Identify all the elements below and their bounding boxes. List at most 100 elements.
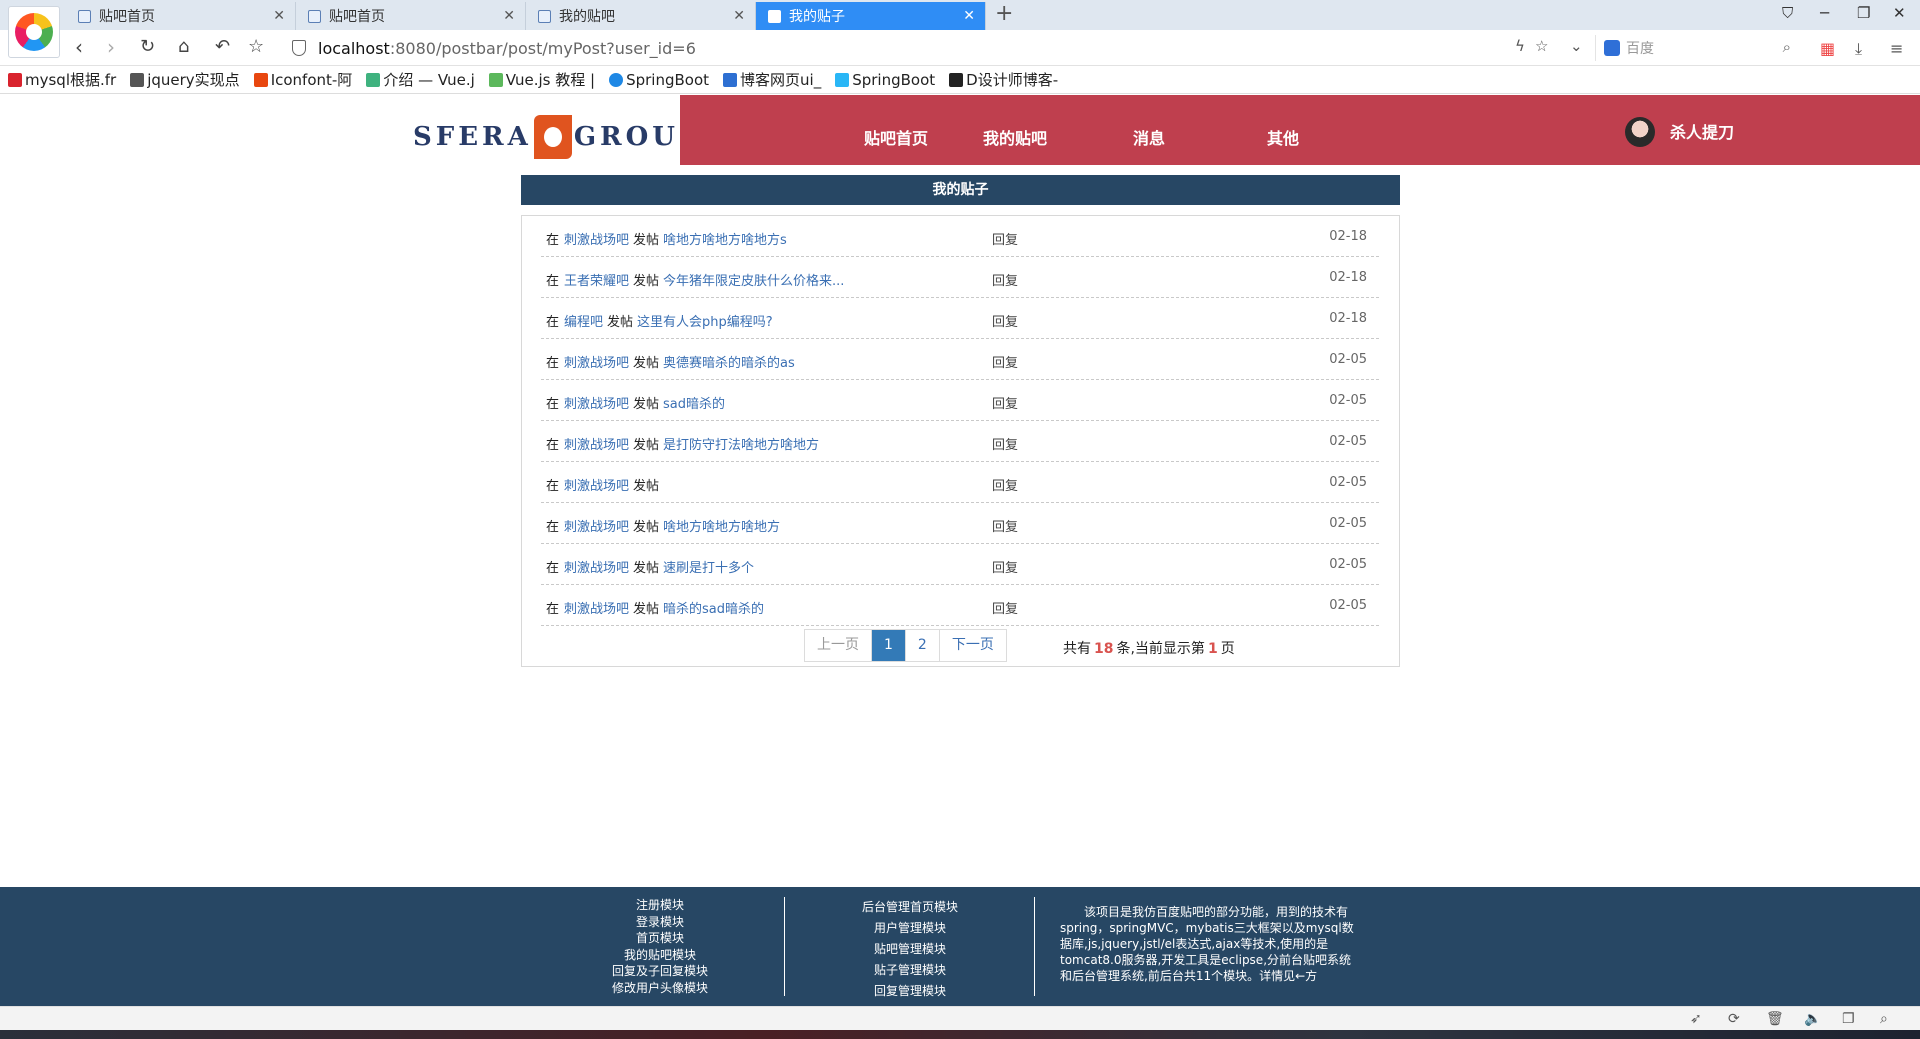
- bar-link[interactable]: 刺激战场吧: [564, 233, 629, 248]
- minimize-icon[interactable]: ─: [1820, 4, 1829, 22]
- browser-logo-icon[interactable]: [8, 6, 60, 58]
- bar-link[interactable]: 王者荣耀吧: [564, 274, 629, 289]
- bar-link[interactable]: 刺激战场吧: [564, 479, 629, 494]
- zoom-icon[interactable]: ⌕: [1880, 1011, 1888, 1027]
- post-title-link[interactable]: 是打防守打法啥地方啥地方: [663, 438, 819, 453]
- bar-link[interactable]: 刺激战场吧: [564, 397, 629, 412]
- reply-link[interactable]: 回复: [992, 475, 1018, 494]
- star-icon[interactable]: ☆: [1535, 37, 1548, 55]
- bookmark-item[interactable]: jquery实现点: [130, 69, 240, 90]
- trash-icon[interactable]: 🗑: [1766, 1011, 1784, 1027]
- post-title-link[interactable]: 速刷是打十多个: [663, 561, 754, 576]
- back-icon[interactable]: ‹: [75, 36, 83, 58]
- bar-link[interactable]: 刺激战场吧: [564, 561, 629, 576]
- reply-link[interactable]: 回复: [992, 434, 1018, 453]
- bookmark-item[interactable]: D设计师博客-: [949, 69, 1058, 90]
- nav-item-home[interactable]: 贴吧首页: [864, 125, 928, 149]
- bookmark-item[interactable]: mysql根据.fr: [8, 69, 116, 90]
- post-date: 02-05: [1329, 393, 1367, 408]
- bar-link[interactable]: 刺激战场吧: [564, 520, 629, 535]
- site-logo[interactable]: SFERA GROUP: [413, 115, 703, 159]
- footer-divider: [784, 897, 785, 996]
- refresh-icon[interactable]: ⟳: [1728, 1011, 1740, 1027]
- bar-link[interactable]: 编程吧: [564, 315, 603, 330]
- reload-icon[interactable]: ↻: [140, 36, 155, 58]
- nav-item-messages[interactable]: 消息: [1133, 125, 1165, 149]
- lightning-icon[interactable]: ϟ: [1515, 37, 1525, 55]
- search-icon[interactable]: ⌕: [1783, 38, 1791, 56]
- restore-icon[interactable]: ❐: [1857, 4, 1870, 22]
- browser-status-bar: ➶ ⟳ 🗑 🔈 ❐ ⌕: [0, 1006, 1920, 1030]
- menu-icon[interactable]: ≡: [1890, 39, 1903, 58]
- bookmark-item[interactable]: SpringBoot: [609, 71, 709, 89]
- bookmark-favicon-icon: [253, 72, 268, 87]
- page-button-2[interactable]: 2: [905, 630, 940, 661]
- new-tab-icon[interactable]: +: [995, 2, 1013, 26]
- reply-link[interactable]: 回复: [992, 393, 1018, 412]
- bookmark-item[interactable]: 介绍 — Vue.j: [366, 69, 475, 90]
- post-date: 02-05: [1329, 475, 1367, 490]
- bookmark-item[interactable]: Vue.js 教程 |: [488, 69, 595, 90]
- avatar[interactable]: [1625, 117, 1655, 147]
- browser-tab-4-active[interactable]: 我的贴子 ✕: [756, 2, 986, 30]
- page-button-1[interactable]: 1: [872, 630, 906, 661]
- forward-icon[interactable]: ›: [107, 36, 115, 58]
- bar-link[interactable]: 刺激战场吧: [564, 438, 629, 453]
- bookmark-label: jquery实现点: [147, 71, 240, 89]
- nav-item-other[interactable]: 其他: [1267, 125, 1299, 149]
- rocket-icon[interactable]: ➶: [1690, 1011, 1702, 1027]
- user-name[interactable]: 杀人提刀: [1670, 119, 1734, 143]
- download-icon[interactable]: ⤓: [1855, 39, 1862, 59]
- chevron-down-icon[interactable]: ⌄: [1570, 37, 1583, 55]
- prev-page-button[interactable]: 上一页: [805, 630, 872, 661]
- close-icon[interactable]: ✕: [733, 8, 745, 24]
- reply-link[interactable]: 回复: [992, 516, 1018, 535]
- footer-backend-modules: 后台管理首页模块 用户管理模块 贴吧管理模块 贴子管理模块 回复管理模块: [850, 897, 970, 1002]
- post-title-link[interactable]: 啥地方啥地方啥地方: [663, 520, 780, 535]
- post-row: 在 刺激战场吧 发帖 啥地方啥地方啥地方 回复 02-05: [541, 503, 1379, 544]
- bookmark-item[interactable]: Iconfont-阿: [253, 69, 352, 90]
- speaker-icon[interactable]: 🔈: [1804, 1011, 1821, 1027]
- in-label: 在: [546, 602, 560, 617]
- undo-icon[interactable]: ↶: [215, 36, 230, 58]
- reply-link[interactable]: 回复: [992, 270, 1018, 289]
- baidu-icon: [1604, 40, 1620, 56]
- nav-item-my-bars[interactable]: 我的贴吧: [983, 125, 1047, 149]
- bookmark-item[interactable]: 博客网页ui_: [723, 69, 821, 90]
- reply-link[interactable]: 回复: [992, 598, 1018, 617]
- bookmark-item[interactable]: SpringBoot: [835, 71, 935, 89]
- close-icon[interactable]: ✕: [503, 8, 515, 24]
- reply-link[interactable]: 回复: [992, 311, 1018, 330]
- post-title-link[interactable]: sad暗杀的: [663, 397, 725, 412]
- url-input[interactable]: localhost:8080/postbar/post/myPost?user_…: [292, 35, 1517, 61]
- close-icon[interactable]: ✕: [273, 8, 285, 24]
- browser-tab-2[interactable]: 贴吧首页 ✕: [296, 2, 526, 30]
- bookmark-star-icon[interactable]: ☆: [248, 36, 264, 58]
- reply-link[interactable]: 回复: [992, 229, 1018, 248]
- post-row: 在 刺激战场吧 发帖 速刷是打十多个 回复 02-05: [541, 544, 1379, 585]
- reply-link[interactable]: 回复: [992, 557, 1018, 576]
- apps-grid-icon[interactable]: ▦: [1820, 39, 1835, 58]
- search-input[interactable]: 百度 ⌕: [1595, 35, 1795, 61]
- browser-tab-3[interactable]: 我的贴吧 ✕: [526, 2, 756, 30]
- home-icon[interactable]: ⌂: [178, 36, 189, 58]
- close-window-icon[interactable]: ✕: [1893, 4, 1906, 22]
- pagination: 上一页 1 2 下一页: [804, 629, 1007, 662]
- post-title-link[interactable]: 这里有人会php编程吗?: [637, 315, 773, 330]
- security-shield-icon: [292, 40, 306, 56]
- reply-link[interactable]: 回复: [992, 352, 1018, 371]
- bar-link[interactable]: 刺激战场吧: [564, 602, 629, 617]
- bookmark-label: 博客网页ui_: [740, 71, 822, 89]
- window-icon[interactable]: ❐: [1842, 1011, 1855, 1027]
- bar-link[interactable]: 刺激战场吧: [564, 356, 629, 371]
- post-list: 在 刺激战场吧 发帖 啥地方啥地方啥地方s 回复 02-18 在 王者荣耀吧 发帖 今年…: [521, 215, 1400, 667]
- post-title-link[interactable]: 今年猪年限定皮肤什么价格来...: [663, 274, 844, 289]
- browser-tab-1[interactable]: 贴吧首页 ✕: [66, 2, 296, 30]
- in-label: 在: [546, 520, 560, 535]
- shirt-icon[interactable]: ⛉: [1782, 4, 1793, 22]
- next-page-button[interactable]: 下一页: [939, 630, 1006, 661]
- post-title-link[interactable]: 暗杀的sad暗杀的: [663, 602, 764, 617]
- post-title-link[interactable]: 奥德赛暗杀的暗杀的as: [663, 356, 795, 371]
- close-icon[interactable]: ✕: [963, 8, 975, 24]
- post-title-link[interactable]: 啥地方啥地方啥地方s: [663, 233, 787, 248]
